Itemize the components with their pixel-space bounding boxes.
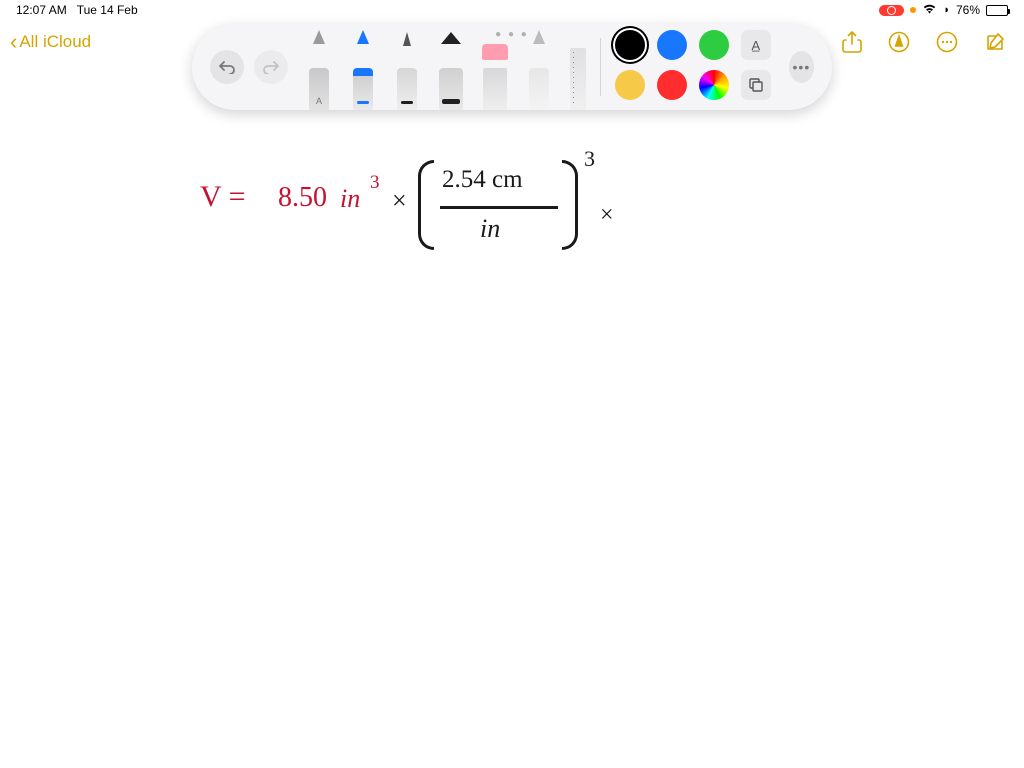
hw-fraction-line <box>440 206 558 209</box>
compose-icon[interactable] <box>984 31 1006 53</box>
color-picker[interactable] <box>699 70 729 100</box>
color-green[interactable] <box>699 30 729 60</box>
status-time: 12:07 AM <box>16 3 67 17</box>
hw-exp-3a: 3 <box>370 172 380 194</box>
share-icon[interactable] <box>842 31 862 53</box>
hw-unit-in: in <box>340 184 360 214</box>
color-yellow[interactable] <box>615 70 645 100</box>
hw-numerator: 2.54 cm <box>442 166 523 194</box>
tool-lasso[interactable] <box>526 44 552 110</box>
color-red[interactable] <box>657 70 687 100</box>
hw-v-equals: V = <box>200 180 246 214</box>
color-blue[interactable] <box>657 30 687 60</box>
redo-button[interactable] <box>254 50 288 84</box>
more-icon[interactable] <box>936 31 958 53</box>
hw-exp-3b: 3 <box>584 146 595 172</box>
hw-paren-left <box>418 160 434 250</box>
hw-denominator: in <box>480 214 500 244</box>
wifi-icon <box>922 3 937 17</box>
hw-paren-right <box>562 160 578 250</box>
battery-percent: 76% <box>956 3 980 17</box>
screen-recording-indicator[interactable] <box>879 5 904 16</box>
note-canvas[interactable]: V = 8.50 in 3 × 2.54 cm in 3 × <box>0 120 1024 768</box>
markup-toolbar: ● ● ● A̲ ••• <box>192 24 832 110</box>
text-box-tool[interactable]: A̲ <box>741 30 771 60</box>
color-palette: A̲ <box>615 30 775 104</box>
do-not-disturb-icon: ◗ <box>943 4 950 16</box>
back-button[interactable]: ‹ All iCloud <box>10 31 91 53</box>
hw-times-2: × <box>600 202 614 229</box>
chevron-left-icon: ‹ <box>10 31 17 53</box>
tool-highlighter[interactable] <box>438 44 464 110</box>
tool-marker[interactable] <box>350 44 376 110</box>
tool-eraser[interactable] <box>482 44 508 110</box>
hw-value: 8.50 <box>278 182 327 214</box>
toolbar-divider <box>600 38 601 96</box>
undo-button[interactable] <box>210 50 244 84</box>
toolbar-more-button[interactable]: ••• <box>789 51 814 83</box>
status-date: Tue 14 Feb <box>77 3 138 17</box>
color-black[interactable] <box>615 30 645 60</box>
battery-icon <box>986 5 1008 16</box>
tool-pen[interactable] <box>306 44 332 110</box>
markup-toggle-icon[interactable] <box>888 31 910 53</box>
tool-pencil[interactable] <box>394 44 420 110</box>
hw-times-1: × <box>392 186 407 216</box>
status-bar: 12:07 AM Tue 14 Feb ◗ 76% <box>0 0 1024 20</box>
shapes-tool[interactable] <box>741 70 771 100</box>
back-label: All iCloud <box>19 32 91 52</box>
tool-ruler[interactable] <box>570 48 586 110</box>
mic-indicator-dot <box>910 7 916 13</box>
drag-handle-icon[interactable]: ● ● ● <box>495 29 529 40</box>
